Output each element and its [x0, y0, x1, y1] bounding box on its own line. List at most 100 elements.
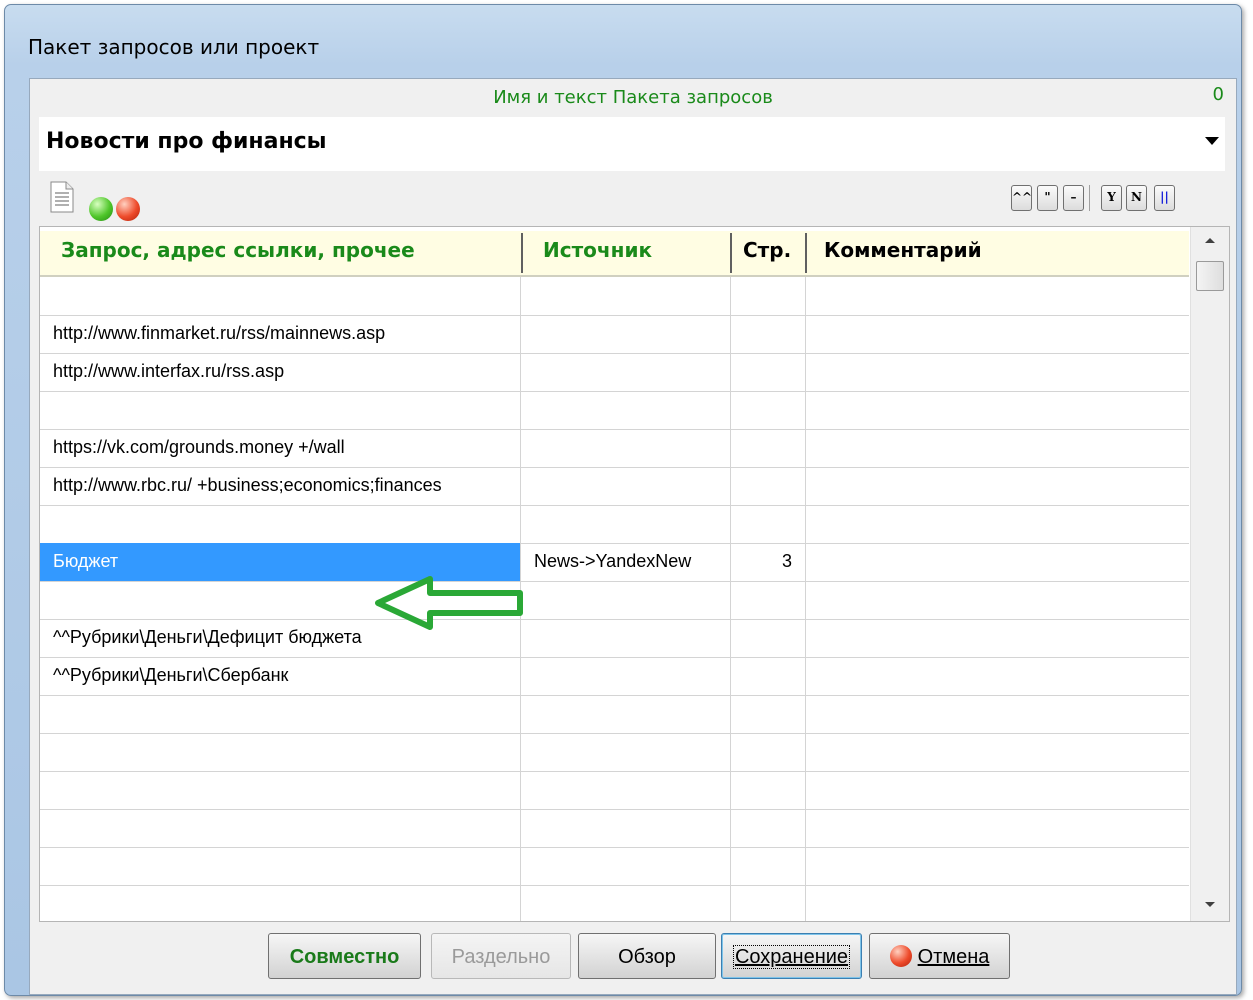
- browse-button[interactable]: Обзор: [578, 933, 716, 979]
- header-divider[interactable]: [521, 233, 523, 273]
- cell-source[interactable]: News->YandexNew: [521, 543, 731, 581]
- table-row[interactable]: http://www.rbc.ru/ +business;economics;f…: [40, 467, 1189, 506]
- table-row[interactable]: [40, 733, 1189, 772]
- cell-comment[interactable]: [806, 619, 1189, 657]
- cell-source[interactable]: [521, 695, 731, 733]
- cell-page[interactable]: [731, 277, 806, 315]
- cell-source[interactable]: [521, 733, 731, 771]
- cell-query[interactable]: [40, 733, 521, 771]
- cell-comment[interactable]: [806, 391, 1189, 429]
- table-row[interactable]: [40, 581, 1189, 620]
- cell-source[interactable]: [521, 581, 731, 619]
- y-button[interactable]: Y: [1101, 185, 1122, 211]
- table-row[interactable]: ^^Рубрики\Деньги\Дефицит бюджета: [40, 619, 1189, 658]
- table-row[interactable]: [40, 277, 1189, 316]
- table-row[interactable]: [40, 847, 1189, 886]
- cell-comment[interactable]: [806, 429, 1189, 467]
- cell-source[interactable]: [521, 657, 731, 695]
- cell-comment[interactable]: [806, 733, 1189, 771]
- cell-page[interactable]: [731, 809, 806, 847]
- scroll-down-icon[interactable]: [1205, 902, 1215, 907]
- cell-source[interactable]: [521, 353, 731, 391]
- double-caret-button[interactable]: ^^: [1011, 185, 1032, 211]
- cell-source[interactable]: [521, 429, 731, 467]
- cell-page[interactable]: 3: [731, 543, 806, 581]
- table-row[interactable]: [40, 505, 1189, 544]
- minus-button[interactable]: –: [1063, 185, 1084, 211]
- cell-query[interactable]: [40, 505, 521, 543]
- cell-query[interactable]: ^^Рубрики\Деньги\Сбербанк: [40, 657, 521, 695]
- cell-comment[interactable]: [806, 543, 1189, 581]
- table-row[interactable]: http://www.finmarket.ru/rss/mainnews.asp: [40, 315, 1189, 354]
- n-button[interactable]: N: [1126, 185, 1147, 211]
- cell-page[interactable]: [731, 695, 806, 733]
- cell-query[interactable]: [40, 847, 521, 885]
- table-row[interactable]: [40, 885, 1189, 921]
- cell-source[interactable]: [521, 315, 731, 353]
- column-header-comment[interactable]: Комментарий: [806, 231, 1189, 275]
- cell-query[interactable]: http://www.rbc.ru/ +business;economics;f…: [40, 467, 521, 505]
- scrollbar-thumb[interactable]: [1196, 261, 1224, 291]
- table-row[interactable]: [40, 771, 1189, 810]
- separately-button[interactable]: Раздельно: [431, 933, 571, 979]
- cell-source[interactable]: [521, 467, 731, 505]
- cell-page[interactable]: [731, 581, 806, 619]
- column-header-page[interactable]: Стр.: [731, 231, 805, 275]
- cell-query[interactable]: [40, 885, 521, 921]
- column-header-query[interactable]: Запрос, адрес ссылки, прочее: [40, 231, 521, 275]
- column-header-source[interactable]: Источник: [522, 231, 731, 275]
- cell-source[interactable]: [521, 277, 731, 315]
- quote-button[interactable]: ": [1037, 185, 1058, 211]
- query-grid[interactable]: Запрос, адрес ссылки, прочее Источник Ст…: [39, 226, 1230, 922]
- header-divider[interactable]: [730, 233, 732, 273]
- table-row[interactable]: [40, 391, 1189, 430]
- table-row[interactable]: [40, 809, 1189, 848]
- cell-query[interactable]: [40, 277, 521, 315]
- dropdown-arrow-icon[interactable]: [1205, 137, 1219, 145]
- cell-comment[interactable]: [806, 847, 1189, 885]
- cell-page[interactable]: [731, 657, 806, 695]
- cell-page[interactable]: [731, 467, 806, 505]
- cell-page[interactable]: [731, 429, 806, 467]
- table-row[interactable]: ^^Рубрики\Деньги\Сбербанк: [40, 657, 1189, 696]
- package-name-combobox[interactable]: Новости про финансы: [39, 117, 1225, 171]
- cell-source[interactable]: [521, 847, 731, 885]
- cell-page[interactable]: [731, 353, 806, 391]
- cell-comment[interactable]: [806, 315, 1189, 353]
- cell-query[interactable]: [40, 391, 521, 429]
- cell-query[interactable]: http://www.interfax.ru/rss.asp: [40, 353, 521, 391]
- table-row[interactable]: Бюджет News->YandexNew 3: [40, 543, 1189, 582]
- cell-page[interactable]: [731, 619, 806, 657]
- cell-page[interactable]: [731, 733, 806, 771]
- cell-comment[interactable]: [806, 277, 1189, 315]
- vertical-scrollbar[interactable]: [1190, 227, 1229, 921]
- cell-query[interactable]: https://vk.com/grounds.money +/wall: [40, 429, 521, 467]
- cell-page[interactable]: [731, 391, 806, 429]
- save-button[interactable]: Сохранение: [721, 933, 862, 979]
- cell-page[interactable]: [731, 771, 806, 809]
- header-divider[interactable]: [805, 233, 807, 273]
- cell-comment[interactable]: [806, 771, 1189, 809]
- cell-source[interactable]: [521, 771, 731, 809]
- cell-page[interactable]: [731, 505, 806, 543]
- cell-page[interactable]: [731, 315, 806, 353]
- cell-comment[interactable]: [806, 885, 1189, 921]
- cell-comment[interactable]: [806, 505, 1189, 543]
- scroll-up-icon[interactable]: [1205, 238, 1215, 243]
- pause-bar-button[interactable]: ||: [1154, 185, 1175, 211]
- cell-comment[interactable]: [806, 657, 1189, 695]
- cell-comment[interactable]: [806, 695, 1189, 733]
- cell-page[interactable]: [731, 885, 806, 921]
- together-button[interactable]: Совместно: [268, 933, 421, 979]
- table-row[interactable]: https://vk.com/grounds.money +/wall: [40, 429, 1189, 468]
- cell-comment[interactable]: [806, 809, 1189, 847]
- green-circle-icon[interactable]: [89, 197, 113, 221]
- cell-source[interactable]: [521, 505, 731, 543]
- cell-page[interactable]: [731, 847, 806, 885]
- cell-query[interactable]: http://www.finmarket.ru/rss/mainnews.asp: [40, 315, 521, 353]
- cell-source[interactable]: [521, 391, 731, 429]
- cell-query[interactable]: [40, 771, 521, 809]
- cell-source[interactable]: [521, 619, 731, 657]
- cell-comment[interactable]: [806, 581, 1189, 619]
- red-circle-icon[interactable]: [116, 197, 140, 221]
